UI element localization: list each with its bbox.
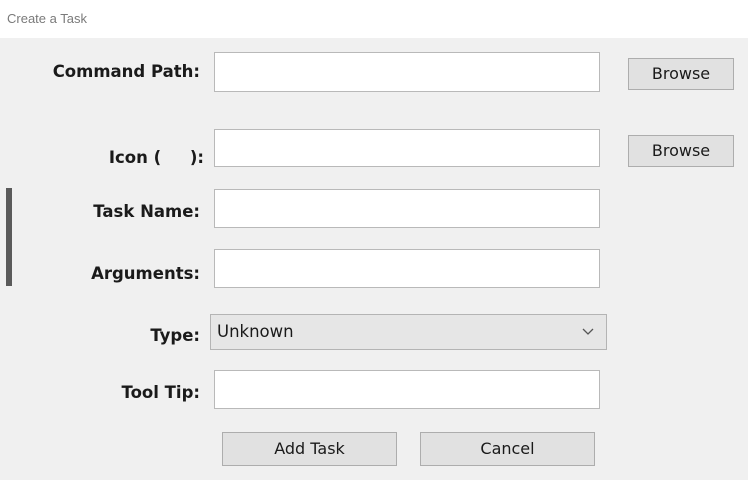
cancel-button[interactable]: Cancel xyxy=(420,432,595,466)
left-edge-bar xyxy=(6,188,12,286)
window-title: Create a Task xyxy=(7,11,87,26)
command-path-input[interactable] xyxy=(214,52,600,92)
arguments-input[interactable] xyxy=(214,249,600,288)
add-task-button[interactable]: Add Task xyxy=(222,432,397,466)
arguments-label: Arguments: xyxy=(91,264,200,283)
task-name-input[interactable] xyxy=(214,189,600,228)
command-path-label: Command Path: xyxy=(52,62,200,81)
type-label: Type: xyxy=(150,326,200,345)
create-task-window: Create a Task Command Path: Browse Icon … xyxy=(0,0,748,480)
chevron-down-icon xyxy=(582,328,594,335)
command-path-browse-button[interactable]: Browse xyxy=(628,58,734,90)
icon-browse-button[interactable]: Browse xyxy=(628,135,734,167)
tool-tip-label: Tool Tip: xyxy=(121,383,200,402)
type-selected-value: Unknown xyxy=(217,322,294,341)
task-name-label: Task Name: xyxy=(93,202,200,221)
icon-label: Icon ( ): xyxy=(108,148,204,167)
icon-path-input[interactable] xyxy=(214,129,600,167)
type-select[interactable]: Unknown xyxy=(210,314,607,350)
tool-tip-input[interactable] xyxy=(214,370,600,409)
